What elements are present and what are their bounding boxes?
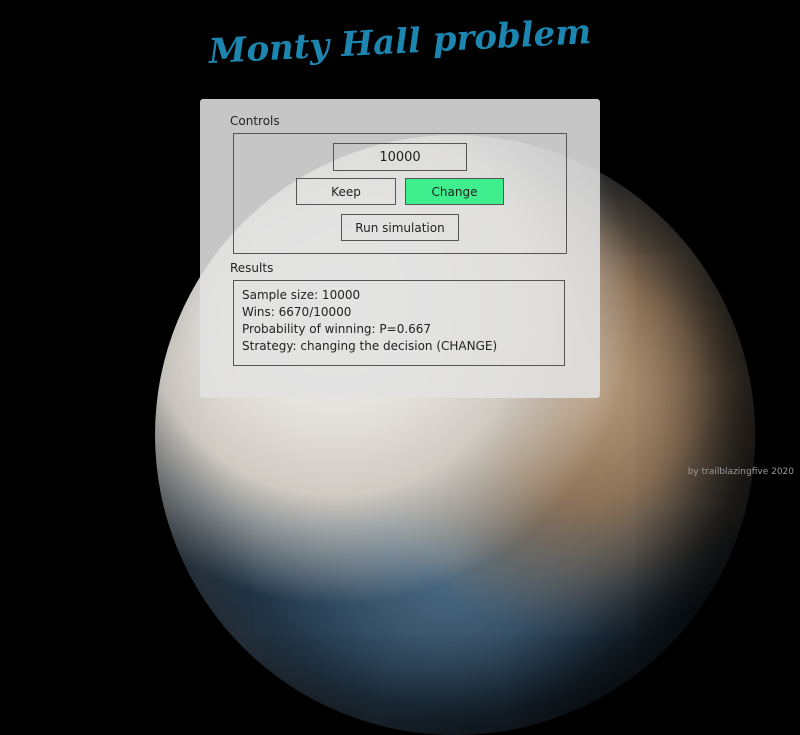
change-button[interactable]: Change: [405, 178, 504, 205]
page-title: Monty Hall problem: [207, 12, 593, 72]
credit-text: by trailblazingfive 2020: [687, 467, 794, 477]
controls-box: Keep Change Run simulation: [233, 133, 567, 254]
main-panel: Controls Keep Change Run simulation Resu…: [200, 99, 600, 398]
sample-size-input[interactable]: [333, 143, 467, 171]
run-simulation-button[interactable]: Run simulation: [341, 214, 459, 241]
result-probability: Probability of winning: P=0.667: [242, 322, 432, 336]
result-wins: Wins: 6670/10000: [242, 305, 352, 319]
result-sample-size: Sample size: 10000: [242, 288, 361, 302]
keep-button[interactable]: Keep: [296, 178, 396, 205]
controls-label: Controls: [230, 114, 280, 128]
results-label: Results: [230, 261, 274, 275]
results-box: Sample size: 10000 Wins: 6670/10000 Prob…: [233, 280, 565, 366]
result-strategy: Strategy: changing the decision (CHANGE): [242, 339, 498, 353]
